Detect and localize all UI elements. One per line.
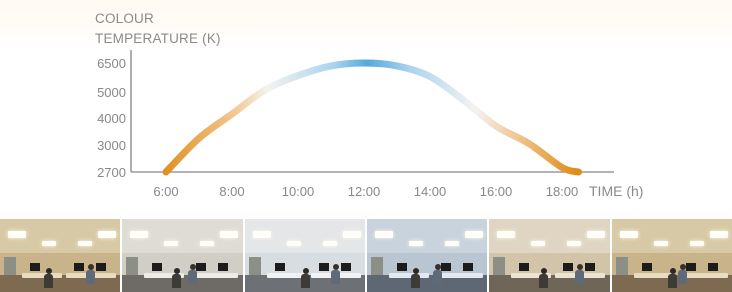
shelf xyxy=(493,257,506,277)
person-body xyxy=(172,274,182,288)
x-tick-label: 8:00 xyxy=(219,184,244,199)
person-body xyxy=(677,270,687,284)
monitor xyxy=(685,263,696,271)
office-photo xyxy=(0,219,121,292)
ceiling-light xyxy=(200,241,215,246)
monitor xyxy=(274,263,285,271)
y-tick-label: 3000 xyxy=(97,138,126,153)
monitor xyxy=(318,263,329,271)
person-body xyxy=(300,274,310,288)
monitor xyxy=(563,263,574,271)
person-body xyxy=(188,270,198,284)
x-tick-label: 12:00 xyxy=(348,184,381,199)
y-tick-label: 2700 xyxy=(97,165,126,180)
monitor xyxy=(30,263,40,271)
office-photo xyxy=(366,219,488,292)
monitor xyxy=(96,263,106,271)
x-tick-label: 16:00 xyxy=(480,184,513,199)
person-body xyxy=(432,270,442,284)
ceiling-light xyxy=(587,231,606,238)
colour-temperature-curve xyxy=(162,59,582,176)
person-body xyxy=(539,274,549,288)
ceiling-light xyxy=(619,231,638,238)
x-tick-label: 6:00 xyxy=(153,184,178,199)
monitor xyxy=(340,263,351,271)
monitor xyxy=(74,263,84,271)
ceiling-light xyxy=(286,241,301,246)
office-photo xyxy=(244,219,365,292)
ceiling-light xyxy=(342,231,361,238)
colour-temperature-chart: 6500 5000 4000 3000 2700 6:00 8:00 10:00 12:00 1… xyxy=(97,50,643,199)
shelf xyxy=(126,257,139,277)
shelf xyxy=(615,257,628,277)
monitor xyxy=(462,263,473,271)
ceiling-light xyxy=(322,241,337,246)
person-body xyxy=(575,270,585,284)
chart-figure: COLOUR TEMPERATURE (K) 6500 5000 4000 3000 2… xyxy=(0,0,732,292)
ceiling-light xyxy=(220,231,239,238)
ceiling-light xyxy=(98,231,116,238)
monitor xyxy=(396,263,407,271)
office-photo-strip xyxy=(0,219,732,292)
person-body xyxy=(44,274,53,288)
ceiling-light xyxy=(567,241,582,246)
monitor xyxy=(440,263,451,271)
monitor xyxy=(641,263,652,271)
ceiling-light xyxy=(709,231,728,238)
person-body xyxy=(86,270,95,284)
y-tick-label: 4000 xyxy=(97,111,126,126)
person-body xyxy=(410,274,420,288)
ceiling-light xyxy=(464,231,483,238)
x-tick-labels: 6:00 8:00 10:00 12:00 14:00 16:00 18:00 xyxy=(153,184,578,199)
ceiling-light xyxy=(8,231,26,238)
office-photo xyxy=(489,219,610,292)
monitor xyxy=(218,263,229,271)
ceiling-light xyxy=(689,241,704,246)
x-tick-label: 18:00 xyxy=(546,184,579,199)
ceiling-light xyxy=(42,241,56,246)
ceiling-light xyxy=(653,241,668,246)
ceiling-light xyxy=(78,241,92,246)
monitor xyxy=(585,263,596,271)
series-line xyxy=(162,59,582,176)
person-body xyxy=(667,274,677,288)
shelf xyxy=(248,257,261,277)
monitor xyxy=(196,263,207,271)
desk xyxy=(22,273,62,278)
monitor xyxy=(707,263,718,271)
x-tick-label: 14:00 xyxy=(414,184,447,199)
x-axis-title: TIME (h) xyxy=(589,183,643,199)
shelf xyxy=(4,257,16,277)
ceiling-light xyxy=(497,231,516,238)
office-photo xyxy=(611,219,732,292)
y-tick-label: 6500 xyxy=(97,56,126,71)
y-tick-labels: 6500 5000 4000 3000 2700 xyxy=(97,56,126,180)
ceiling-light xyxy=(408,241,423,246)
ceiling-light xyxy=(130,231,149,238)
y-tick-label: 5000 xyxy=(97,85,126,100)
x-tick-label: 10:00 xyxy=(282,184,315,199)
office-photo xyxy=(122,219,243,292)
ceiling-light xyxy=(531,241,546,246)
ceiling-light xyxy=(164,241,179,246)
shelf xyxy=(370,257,383,277)
person-body xyxy=(330,270,340,284)
monitor xyxy=(152,263,163,271)
desk xyxy=(388,273,429,278)
monitor xyxy=(519,263,530,271)
ceiling-light xyxy=(374,231,393,238)
ceiling-light xyxy=(252,231,271,238)
ceiling-light xyxy=(444,241,459,246)
